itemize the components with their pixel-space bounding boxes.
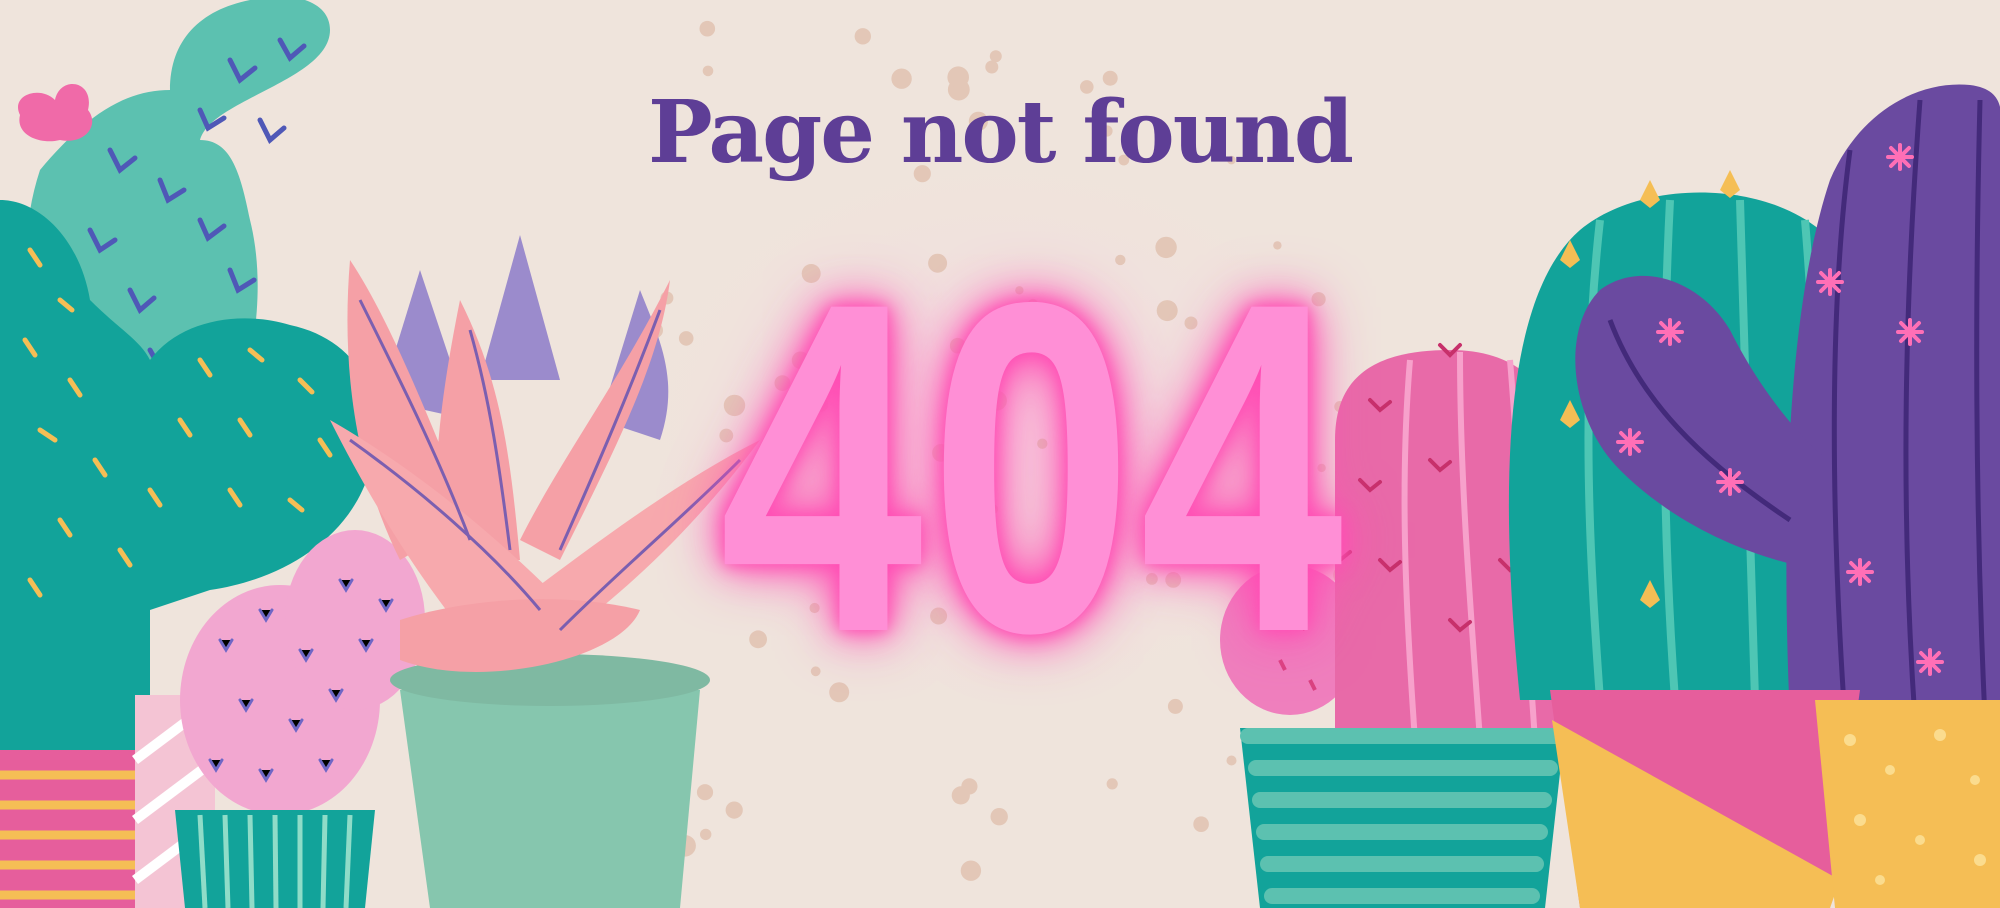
error-code-404: 404 xyxy=(719,205,1350,730)
background-dot xyxy=(699,20,716,37)
background-dot xyxy=(854,28,871,45)
background-dot xyxy=(696,784,714,801)
background-dot xyxy=(960,860,982,881)
background-dot xyxy=(702,65,714,77)
page-title: Page not found xyxy=(648,82,1354,183)
background-dot xyxy=(1193,816,1209,832)
background-dot xyxy=(1226,755,1237,766)
background-dot xyxy=(1106,778,1118,790)
background-dot xyxy=(990,808,1008,826)
background-dot xyxy=(700,828,712,841)
background-dot xyxy=(951,786,970,805)
background-dot xyxy=(985,60,999,74)
background-dot xyxy=(725,801,743,819)
background-dot xyxy=(678,331,694,346)
background-dot xyxy=(989,50,1002,63)
